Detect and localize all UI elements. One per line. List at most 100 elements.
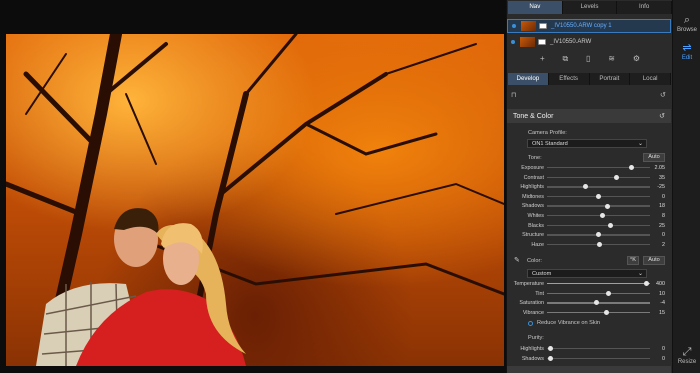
nav-tab-bar: Nav Levels Info [508,1,673,14]
slider-value[interactable]: 0 [662,192,665,202]
reset-section-icon[interactable]: ↺ [659,112,665,120]
slider-label: Midtones [522,193,544,200]
color-auto-button[interactable]: Auto [643,256,665,265]
slider-track[interactable] [547,186,650,188]
tone-auto-button[interactable]: Auto [643,153,665,162]
slider-knob[interactable] [547,346,553,352]
white-balance-dropdown[interactable]: Custom ⌄ [527,269,647,278]
slider-label: Shadows [521,355,544,362]
slider-track[interactable] [547,283,650,285]
tab-levels[interactable]: Levels [563,1,618,14]
slider-track[interactable] [547,176,650,178]
slider-value[interactable]: 2.05 [655,163,666,173]
browse-icon: ⌕ [683,14,691,26]
slider-value[interactable]: 0 [662,230,665,240]
slider-track[interactable] [547,357,650,359]
slider-row-whites[interactable]: Whites 8 [507,211,671,221]
tab-info[interactable]: Info [617,1,673,14]
slider-knob[interactable] [628,165,634,171]
delete-layer-icon[interactable]: ▯ [586,54,590,66]
slider-track[interactable] [547,224,650,226]
slider-value[interactable]: 18 [659,201,665,211]
slider-knob[interactable] [606,290,612,296]
slider-value[interactable]: 8 [662,211,665,221]
layer-row-original[interactable]: _IV10550.ARW [507,35,671,49]
next-section-header[interactable] [507,366,671,373]
slider-knob[interactable] [608,222,614,228]
slider-track[interactable] [547,215,650,217]
slider-label: Exposure [521,165,544,171]
slider-knob[interactable] [593,300,599,306]
color-label: Color: [527,258,542,264]
tab-develop[interactable]: Develop [508,73,549,85]
slider-track[interactable] [547,205,650,207]
layer-row-copy[interactable]: _IV10550.ARW copy 1 [507,19,671,33]
slider-value[interactable]: -4 [660,298,665,308]
visibility-dot-icon[interactable] [511,40,515,44]
slider-row-tint[interactable]: Tint 10 [507,289,671,299]
slider-row-structure[interactable]: Structure 0 [507,230,671,240]
slider-row-shadows[interactable]: Shadows 0 [507,354,671,364]
slider-knob[interactable] [596,232,601,238]
slider-value[interactable]: 10 [659,289,665,299]
tab-local[interactable]: Local [630,73,671,85]
resize-icon: ⤢ [682,346,692,358]
kelvin-button[interactable]: °K [627,256,639,265]
duplicate-layer-icon[interactable]: ⧉ [563,54,569,66]
camera-profile-dropdown[interactable]: ON1 Standard ⌄ [527,139,647,148]
slider-row-saturation[interactable]: Saturation -4 [507,298,671,308]
slider-value[interactable]: 0 [662,344,665,354]
edited-photo[interactable] [6,34,504,366]
slider-value[interactable]: 2 [662,240,665,250]
mask-icon[interactable] [539,23,547,29]
slider-row-blacks[interactable]: Blacks 25 [507,221,671,231]
tone-color-header[interactable]: Tone & Color ↺ [507,109,671,123]
slider-track[interactable] [547,348,650,350]
mask-icon[interactable] [538,39,546,45]
slider-knob[interactable] [582,184,588,190]
slider-knob[interactable] [596,193,601,199]
slider-knob[interactable] [597,241,603,247]
slider-knob[interactable] [605,203,611,209]
photo-canvas[interactable] [0,0,506,373]
slider-track[interactable] [547,292,650,294]
slider-knob[interactable] [613,174,619,180]
eyedropper-icon[interactable]: ✎ [514,256,520,264]
slider-row-exposure[interactable]: Exposure 2.05 [507,163,671,173]
tab-effects[interactable]: Effects [549,73,590,85]
visibility-dot-icon[interactable] [512,24,516,28]
slider-knob[interactable] [644,281,650,287]
slider-value[interactable]: 35 [659,173,665,183]
slider-row-midtones[interactable]: Midtones 0 [507,192,671,202]
slider-row-vibrance[interactable]: Vibrance 15 [507,308,671,318]
slider-value[interactable]: 400 [656,279,665,289]
white-balance-value: Custom [532,271,552,277]
reduce-vibrance-checkbox[interactable] [528,321,533,326]
slider-knob[interactable] [600,213,606,219]
slider-value[interactable]: 0 [662,354,665,364]
browse-button[interactable]: ⌕ Browse [673,14,700,33]
slider-label: Whites [527,213,544,219]
add-layer-icon[interactable]: + [540,54,545,66]
slider-track[interactable] [547,311,650,314]
slider-value[interactable]: -25 [657,182,665,192]
tab-nav[interactable]: Nav [508,1,563,14]
histogram-toggle-icon[interactable]: ⊓ [511,91,516,99]
resize-button[interactable]: ⤢ Resize [673,346,700,365]
slider-row-contrast[interactable]: Contrast 35 [507,173,671,183]
settings-gear-icon[interactable]: ⚙ [633,54,640,66]
slider-row-shadows[interactable]: Shadows 18 [507,201,671,211]
slider-row-haze[interactable]: Haze 2 [507,240,671,250]
slider-knob[interactable] [547,355,553,361]
slider-track[interactable] [547,167,650,169]
slider-value[interactable]: 25 [659,221,665,231]
slider-row-temperature[interactable]: Temperature 400 [507,279,671,289]
stack-layers-icon[interactable]: ≋ [608,54,615,66]
slider-row-highlights[interactable]: Highlights 0 [507,344,671,354]
slider-row-highlights[interactable]: Highlights -25 [507,182,671,192]
reset-all-icon[interactable]: ↺ [660,91,666,99]
slider-value[interactable]: 15 [659,308,665,318]
slider-knob[interactable] [604,309,610,315]
tab-portrait[interactable]: Portrait [590,73,631,85]
edit-button[interactable]: ⇌ Edit [673,42,700,61]
